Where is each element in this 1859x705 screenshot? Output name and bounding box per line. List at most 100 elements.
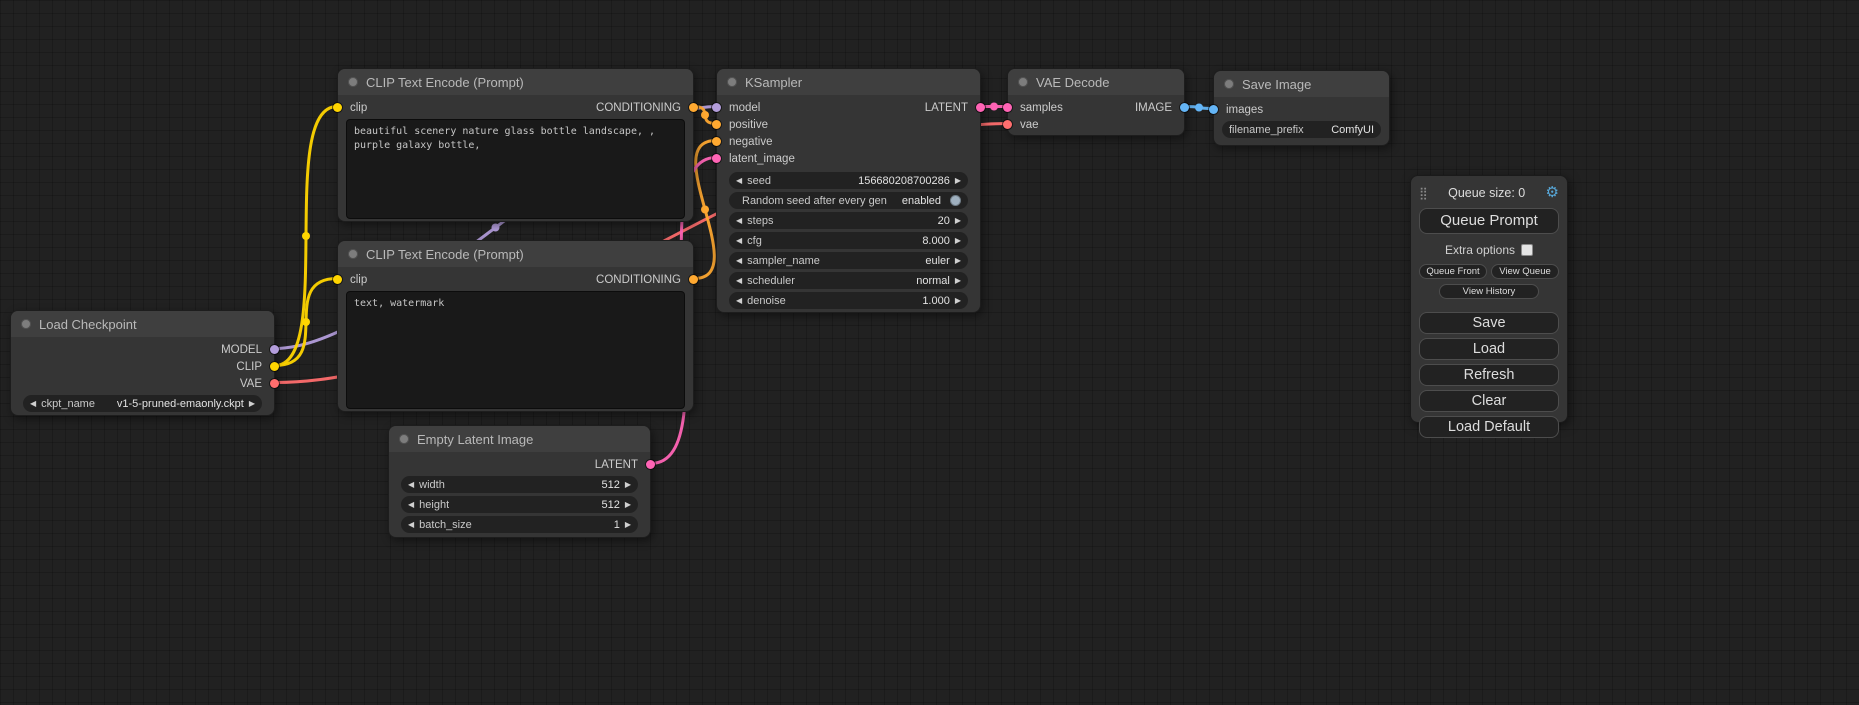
collapse-dot-icon[interactable] bbox=[399, 434, 409, 444]
output-slot-model[interactable] bbox=[270, 345, 279, 354]
clear-button[interactable]: Clear bbox=[1419, 390, 1559, 412]
widget-seed[interactable]: ◀ seed 156680208700286 ▶ bbox=[729, 172, 968, 189]
widget-filename-prefix[interactable]: filename_prefix ComfyUI bbox=[1222, 121, 1381, 138]
load-button[interactable]: Load bbox=[1419, 338, 1559, 360]
node-load-checkpoint[interactable]: Load Checkpoint MODEL CLIP VAE ◀ ckpt_na… bbox=[10, 310, 275, 416]
arrow-right-icon[interactable]: ▶ bbox=[955, 177, 961, 185]
widget-value: 1.000 bbox=[922, 295, 950, 307]
arrow-right-icon[interactable]: ▶ bbox=[955, 257, 961, 265]
node-header[interactable]: CLIP Text Encode (Prompt) bbox=[338, 69, 693, 95]
arrow-right-icon[interactable]: ▶ bbox=[955, 237, 961, 245]
node-clip-text-encode-positive[interactable]: CLIP Text Encode (Prompt) clip CONDITION… bbox=[337, 68, 694, 222]
node-save-image[interactable]: Save Image images filename_prefix ComfyU… bbox=[1213, 70, 1390, 146]
view-queue-button[interactable]: View Queue bbox=[1491, 264, 1559, 279]
output-slot-conditioning[interactable] bbox=[689, 103, 698, 112]
arrow-right-icon[interactable]: ▶ bbox=[955, 217, 961, 225]
arrow-right-icon[interactable]: ▶ bbox=[625, 521, 631, 529]
node-header[interactable]: VAE Decode bbox=[1008, 69, 1184, 95]
node-header[interactable]: Empty Latent Image bbox=[389, 426, 650, 452]
input-slot-clip[interactable] bbox=[333, 103, 342, 112]
output-label-conditioning: CONDITIONING bbox=[596, 102, 681, 114]
arrow-left-icon[interactable]: ◀ bbox=[408, 521, 414, 529]
node-title: CLIP Text Encode (Prompt) bbox=[366, 247, 524, 262]
widget-scheduler[interactable]: ◀ scheduler normal ▶ bbox=[729, 272, 968, 289]
save-button[interactable]: Save bbox=[1419, 312, 1559, 334]
input-label-negative: negative bbox=[729, 136, 772, 148]
arrow-right-icon[interactable]: ▶ bbox=[955, 297, 961, 305]
output-label-image: IMAGE bbox=[1135, 102, 1172, 114]
wire-midpoint-dot bbox=[302, 232, 310, 240]
refresh-button[interactable]: Refresh bbox=[1419, 364, 1559, 386]
node-vae-decode[interactable]: VAE Decode samples IMAGE vae bbox=[1007, 68, 1185, 136]
arrow-right-icon[interactable]: ▶ bbox=[249, 400, 255, 408]
extra-options-label: Extra options bbox=[1445, 243, 1515, 257]
drag-handle-icon[interactable]: ⣿ bbox=[1419, 187, 1428, 199]
arrow-left-icon[interactable]: ◀ bbox=[736, 177, 742, 185]
widget-steps[interactable]: ◀ steps 20 ▶ bbox=[729, 212, 968, 229]
node-ksampler[interactable]: KSampler model LATENT positive negative … bbox=[716, 68, 981, 313]
input-slot-clip[interactable] bbox=[333, 275, 342, 284]
slot-row: MODEL bbox=[11, 341, 274, 358]
arrow-left-icon[interactable]: ◀ bbox=[408, 481, 414, 489]
queue-panel-header: ⣿ Queue size: 0 ⚙ bbox=[1419, 185, 1559, 200]
graph-canvas[interactable]: Load Checkpoint MODEL CLIP VAE ◀ ckpt_na… bbox=[0, 0, 1859, 705]
toggle-dot-icon[interactable] bbox=[950, 195, 961, 206]
widget-batch-size[interactable]: ◀ batch_size 1 ▶ bbox=[401, 516, 638, 533]
arrow-left-icon[interactable]: ◀ bbox=[736, 297, 742, 305]
input-slot-negative[interactable] bbox=[712, 137, 721, 146]
output-slot-clip[interactable] bbox=[270, 362, 279, 371]
collapse-dot-icon[interactable] bbox=[21, 319, 31, 329]
arrow-left-icon[interactable]: ◀ bbox=[736, 257, 742, 265]
prompt-textarea[interactable]: beautiful scenery nature glass bottle la… bbox=[346, 119, 685, 219]
node-header[interactable]: Load Checkpoint bbox=[11, 311, 274, 337]
widget-value: 156680208700286 bbox=[858, 175, 950, 187]
output-slot-image[interactable] bbox=[1180, 103, 1189, 112]
node-header[interactable]: CLIP Text Encode (Prompt) bbox=[338, 241, 693, 267]
input-slot-latent-image[interactable] bbox=[712, 154, 721, 163]
arrow-left-icon[interactable]: ◀ bbox=[408, 501, 414, 509]
widget-width[interactable]: ◀ width 512 ▶ bbox=[401, 476, 638, 493]
arrow-left-icon[interactable]: ◀ bbox=[736, 277, 742, 285]
collapse-dot-icon[interactable] bbox=[1224, 79, 1234, 89]
collapse-dot-icon[interactable] bbox=[727, 77, 737, 87]
arrow-right-icon[interactable]: ▶ bbox=[625, 501, 631, 509]
widget-cfg[interactable]: ◀ cfg 8.000 ▶ bbox=[729, 232, 968, 249]
arrow-left-icon[interactable]: ◀ bbox=[30, 400, 36, 408]
arrow-right-icon[interactable]: ▶ bbox=[955, 277, 961, 285]
settings-gear-icon[interactable]: ⚙ bbox=[1546, 185, 1559, 200]
extra-options-checkbox[interactable] bbox=[1521, 244, 1533, 256]
widget-ckpt-name[interactable]: ◀ ckpt_name v1-5-pruned-emaonly.ckpt ▶ bbox=[23, 395, 262, 412]
node-empty-latent-image[interactable]: Empty Latent Image LATENT ◀ width 512 ▶ … bbox=[388, 425, 651, 538]
widget-sampler-name[interactable]: ◀ sampler_name euler ▶ bbox=[729, 252, 968, 269]
node-clip-text-encode-negative[interactable]: CLIP Text Encode (Prompt) clip CONDITION… bbox=[337, 240, 694, 412]
input-slot-vae[interactable] bbox=[1003, 120, 1012, 129]
collapse-dot-icon[interactable] bbox=[1018, 77, 1028, 87]
widget-height[interactable]: ◀ height 512 ▶ bbox=[401, 496, 638, 513]
queue-prompt-button[interactable]: Queue Prompt bbox=[1419, 208, 1559, 234]
input-slot-model[interactable] bbox=[712, 103, 721, 112]
queue-panel: ⣿ Queue size: 0 ⚙ Queue Prompt Extra opt… bbox=[1410, 175, 1568, 423]
input-slot-samples[interactable] bbox=[1003, 103, 1012, 112]
node-header[interactable]: Save Image bbox=[1214, 71, 1389, 97]
queue-front-button[interactable]: Queue Front bbox=[1419, 264, 1487, 279]
widget-value: 512 bbox=[601, 479, 619, 491]
widget-random-seed-toggle[interactable]: Random seed after every gen enabled bbox=[729, 192, 968, 209]
collapse-dot-icon[interactable] bbox=[348, 249, 358, 259]
arrow-left-icon[interactable]: ◀ bbox=[736, 217, 742, 225]
arrow-left-icon[interactable]: ◀ bbox=[736, 237, 742, 245]
output-slot-latent[interactable] bbox=[976, 103, 985, 112]
collapse-dot-icon[interactable] bbox=[348, 77, 358, 87]
arrow-right-icon[interactable]: ▶ bbox=[625, 481, 631, 489]
output-slot-vae[interactable] bbox=[270, 379, 279, 388]
widget-denoise[interactable]: ◀ denoise 1.000 ▶ bbox=[729, 292, 968, 309]
view-history-button[interactable]: View History bbox=[1439, 284, 1540, 299]
input-slot-positive[interactable] bbox=[712, 120, 721, 129]
prompt-textarea[interactable]: text, watermark bbox=[346, 291, 685, 409]
load-default-button[interactable]: Load Default bbox=[1419, 416, 1559, 438]
node-header[interactable]: KSampler bbox=[717, 69, 980, 95]
output-slot-latent[interactable] bbox=[646, 460, 655, 469]
output-slot-conditioning[interactable] bbox=[689, 275, 698, 284]
input-slot-images[interactable] bbox=[1209, 105, 1218, 114]
widget-value: enabled bbox=[902, 195, 941, 207]
slot-row: LATENT bbox=[389, 456, 650, 473]
